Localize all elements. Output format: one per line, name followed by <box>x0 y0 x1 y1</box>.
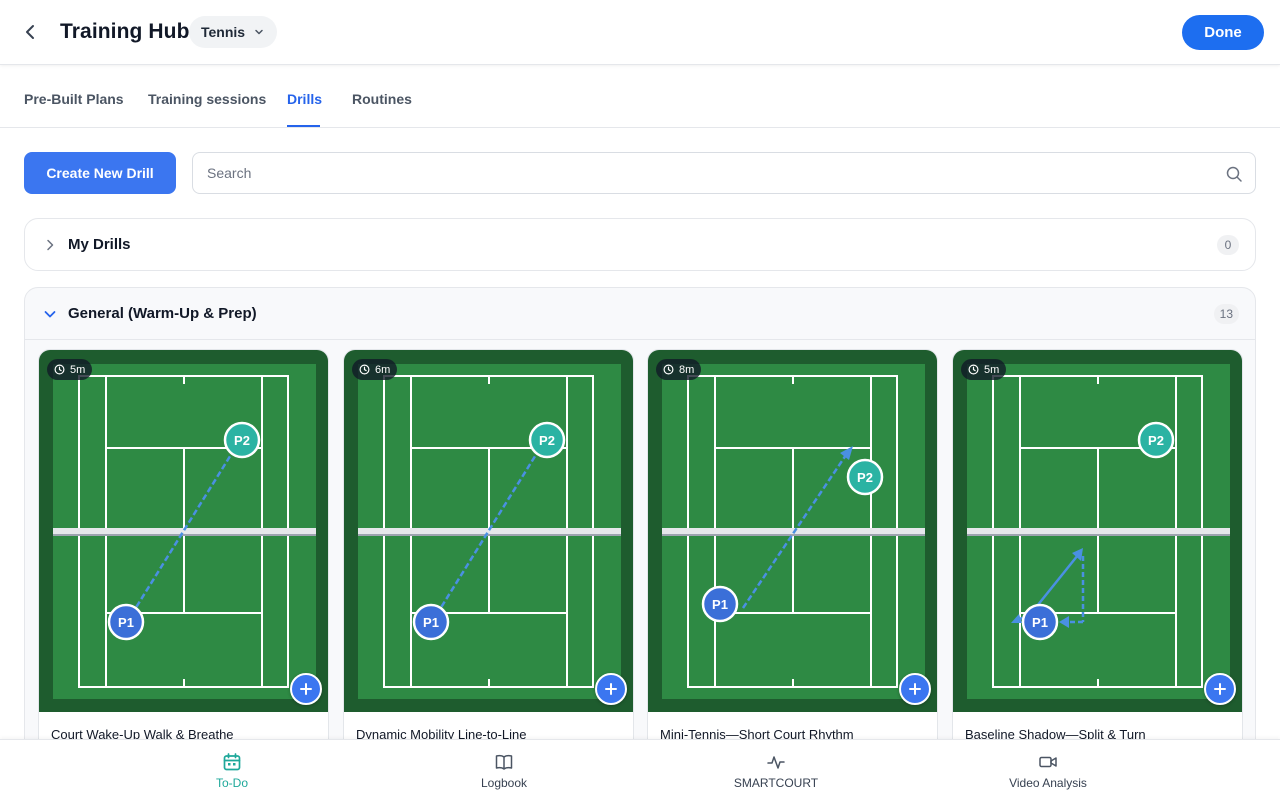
player-p1-label: P1 <box>118 615 134 630</box>
my-drills-header[interactable]: My Drills 0 <box>25 219 1255 271</box>
tab-bar: Pre-Built Plans Training sessions Drills… <box>0 65 1280 128</box>
duration-badge: 5m <box>961 359 1007 380</box>
drill-card[interactable]: P1 P2 5m Baseline Shadow—Split & Turn <box>952 349 1243 756</box>
player-p2-label: P2 <box>539 433 555 448</box>
player-p1-label: P1 <box>712 597 728 612</box>
chevron-down-icon <box>44 311 56 318</box>
player-p1-marker: P1 <box>701 585 739 623</box>
duration-label: 5m <box>984 363 1000 376</box>
done-button[interactable]: Done <box>1182 15 1264 50</box>
bottom-nav: To-Do Logbook SMARTCOURT Video Analysis <box>0 739 1280 800</box>
court-diagram: P1 P2 5m <box>39 350 328 712</box>
player-p1-marker: P1 <box>107 603 145 641</box>
clock-icon <box>359 364 370 375</box>
player-p2-marker: P2 <box>846 458 884 496</box>
back-button[interactable] <box>18 20 42 44</box>
nav-smartcourt-label: SMARTCOURT <box>733 775 819 790</box>
book-icon <box>495 754 513 770</box>
nav-to-do-label: To-Do <box>215 775 248 790</box>
player-p2-marker: P2 <box>528 421 566 459</box>
tab-routines[interactable]: Routines <box>352 91 412 107</box>
nav-smartcourt[interactable]: SMARTCOURT <box>640 740 912 800</box>
add-drill-button[interactable] <box>899 673 931 705</box>
tab-training-sessions[interactable]: Training sessions <box>148 91 266 107</box>
video-icon <box>1039 756 1057 767</box>
player-p2-label: P2 <box>857 470 873 485</box>
duration-label: 6m <box>375 363 391 376</box>
my-drills-section: My Drills 0 <box>24 218 1256 271</box>
create-new-drill-button[interactable]: Create New Drill <box>24 152 176 194</box>
general-count: 13 <box>1213 304 1239 324</box>
player-p1-marker: P1 <box>412 603 450 641</box>
chevron-left-icon <box>26 25 34 39</box>
sport-selector-label: Tennis <box>201 24 246 40</box>
nav-logbook-label: Logbook <box>480 775 528 790</box>
duration-label: 5m <box>70 363 86 376</box>
player-p2-label: P2 <box>1148 433 1164 448</box>
drill-card[interactable]: P1 P2 8m Mini-Tennis—Short Court Rhythm <box>647 349 938 756</box>
court-diagram: P1 P2 6m <box>344 350 633 712</box>
add-drill-button[interactable] <box>595 673 627 705</box>
court-diagram: P1 P2 8m <box>648 350 937 712</box>
search-box <box>192 152 1256 194</box>
general-header[interactable]: General (Warm-Up & Prep) 13 <box>25 288 1255 340</box>
add-drill-button[interactable] <box>290 673 322 705</box>
active-tab-indicator <box>287 125 320 127</box>
player-p1-marker: P1 <box>1021 603 1059 641</box>
player-p1-label: P1 <box>423 615 439 630</box>
court-diagram: P1 P2 5m <box>953 350 1242 712</box>
plus-icon <box>909 683 921 695</box>
clock-icon <box>54 364 65 375</box>
plus-icon <box>1214 683 1226 695</box>
chevron-right-icon <box>47 239 54 251</box>
my-drills-title: My Drills <box>68 236 131 253</box>
sport-selector[interactable]: Tennis <box>189 16 278 48</box>
activity-icon <box>767 755 785 769</box>
search-icon[interactable] <box>1225 165 1243 183</box>
page-title: Training Hub <box>60 20 190 43</box>
duration-badge: 6m <box>352 359 398 380</box>
player-p2-marker: P2 <box>223 421 261 459</box>
player-p2-marker: P2 <box>1137 421 1175 459</box>
general-title: General (Warm-Up & Prep) <box>68 305 257 322</box>
duration-label: 8m <box>679 363 695 376</box>
chevron-down-icon <box>255 29 263 35</box>
search-input[interactable] <box>207 163 1207 183</box>
nav-video-analysis[interactable]: Video Analysis <box>912 740 1184 800</box>
add-drill-button[interactable] <box>1204 673 1236 705</box>
general-section: General (Warm-Up & Prep) 13 P1 P2 5m Cou… <box>24 287 1256 757</box>
player-p2-label: P2 <box>234 433 250 448</box>
nav-logbook[interactable]: Logbook <box>368 740 640 800</box>
drill-card[interactable]: P1 P2 6m Dynamic Mobility Line-to-Line <box>343 349 634 756</box>
player-p1-label: P1 <box>1032 615 1048 630</box>
nav-to-do[interactable]: To-Do <box>96 740 368 800</box>
section-divider <box>25 339 1255 340</box>
tab-drills[interactable]: Drills <box>287 91 322 107</box>
duration-badge: 5m <box>47 359 93 380</box>
top-bar: Training Hub Tennis Done <box>0 0 1280 65</box>
tab-pre-built-plans[interactable]: Pre-Built Plans <box>24 91 124 107</box>
drill-card[interactable]: P1 P2 5m Court Wake-Up Walk & Breathe <box>38 349 329 756</box>
duration-badge: 8m <box>656 359 702 380</box>
nav-video-analysis-label: Video Analysis <box>1009 775 1087 790</box>
clock-icon <box>968 364 979 375</box>
calendar-icon <box>223 752 241 770</box>
clock-icon <box>663 364 674 375</box>
plus-icon <box>605 683 617 695</box>
my-drills-count: 0 <box>1217 235 1239 255</box>
plus-icon <box>300 683 312 695</box>
